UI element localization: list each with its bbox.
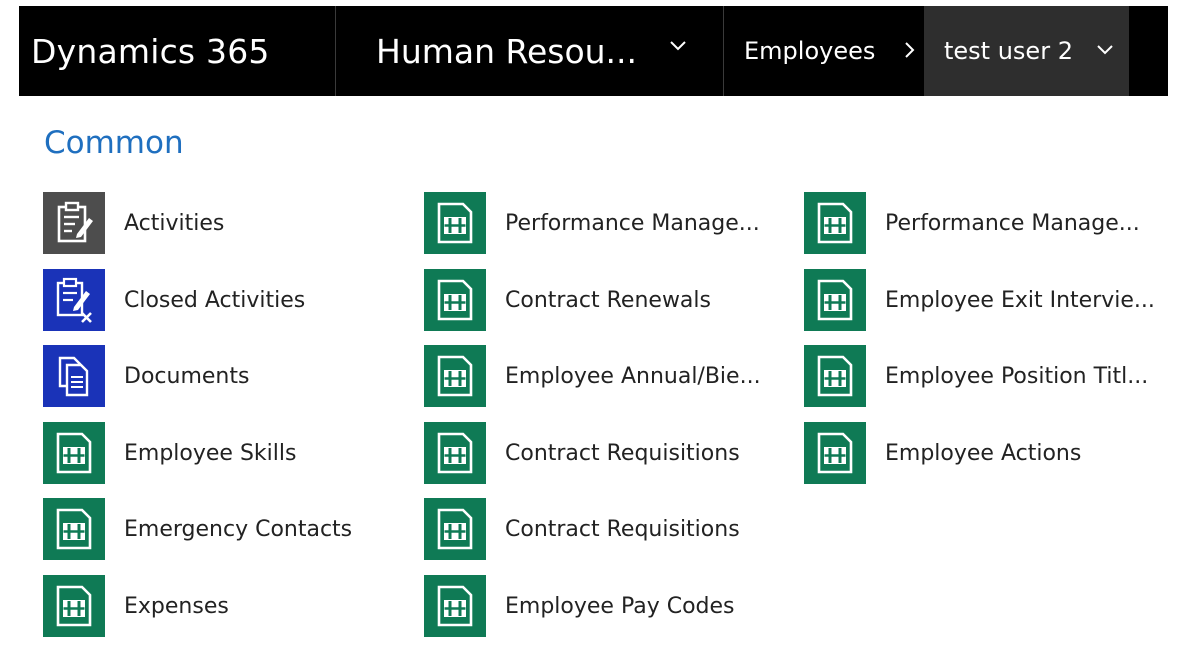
- entity-link[interactable]: Employee Exit Intervie...: [804, 269, 1155, 331]
- entity-link-label: Contract Renewals: [505, 287, 711, 313]
- record-switcher-label: test user 2: [944, 37, 1073, 65]
- area-switcher[interactable]: Human Resou...: [335, 6, 723, 96]
- entity-icon: [437, 432, 473, 474]
- entity-link-label: Activities: [124, 210, 225, 236]
- entity-tile: [424, 345, 486, 407]
- entity-link-label: Closed Activities: [124, 287, 306, 313]
- entity-icon: [437, 585, 473, 627]
- entity-link-label: Employee Annual/Bie...: [505, 363, 761, 389]
- entity-tile: [43, 422, 105, 484]
- entity-link[interactable]: Contract Requisitions: [424, 422, 740, 484]
- area-switcher-label: Human Resou...: [376, 31, 638, 71]
- app-title[interactable]: Dynamics 365: [19, 6, 335, 96]
- top-navigation-bar: Dynamics 365 Human Resou... Employees te…: [19, 6, 1168, 96]
- entity-link[interactable]: Performance Manage...: [424, 192, 760, 254]
- entity-tile: [424, 422, 486, 484]
- entity-link[interactable]: Expenses: [43, 575, 229, 637]
- entity-link[interactable]: Contract Requisitions: [424, 498, 740, 560]
- entity-tile: [424, 498, 486, 560]
- breadcrumb-employees[interactable]: Employees: [723, 6, 924, 96]
- entity-link-label: Employee Skills: [124, 440, 297, 466]
- entity-tile: [43, 575, 105, 637]
- chevron-down-icon: [670, 41, 686, 51]
- entity-link-label: Emergency Contacts: [124, 516, 353, 542]
- entity-link-label: Expenses: [124, 593, 229, 619]
- entity-icon: [56, 585, 92, 627]
- documents-icon: [58, 356, 89, 397]
- entity-link[interactable]: Activities: [43, 192, 224, 254]
- entity-link-label: Employee Exit Intervie...: [885, 287, 1155, 313]
- breadcrumb-label: Employees: [744, 37, 876, 65]
- entity-tile: [804, 345, 866, 407]
- entity-link-label: Documents: [124, 363, 250, 389]
- entity-link[interactable]: Employee Actions: [804, 422, 1081, 484]
- entity-icon: [817, 355, 853, 397]
- entity-icon: [56, 508, 92, 550]
- entity-icon: [437, 508, 473, 550]
- entity-icon: [817, 202, 853, 244]
- closed-activities-icon: [56, 277, 92, 323]
- entity-tile: [43, 498, 105, 560]
- chevron-right-icon: [905, 42, 915, 58]
- entity-link-label: Contract Requisitions: [505, 516, 740, 542]
- entity-icon: [437, 355, 473, 397]
- entity-link-label: Employee Actions: [885, 440, 1082, 466]
- entity-tile: [804, 269, 866, 331]
- entity-link[interactable]: Employee Pay Codes: [424, 575, 735, 637]
- entity-icon: [56, 432, 92, 474]
- entity-icon: [817, 279, 853, 321]
- entity-icon: [437, 202, 473, 244]
- entity-tile: [424, 575, 486, 637]
- activities-icon: [57, 201, 93, 243]
- entity-tile: [804, 192, 866, 254]
- entity-tile: [43, 192, 105, 254]
- entity-link-label: Contract Requisitions: [505, 440, 740, 466]
- record-switcher[interactable]: test user 2: [924, 6, 1129, 96]
- entity-link[interactable]: Emergency Contacts: [43, 498, 352, 560]
- entity-link[interactable]: Contract Renewals: [424, 269, 711, 331]
- entity-tile: [43, 345, 105, 407]
- entity-link[interactable]: Documents: [43, 345, 249, 407]
- entity-link[interactable]: Performance Manage...: [804, 192, 1140, 254]
- app-title-text: Dynamics 365: [31, 31, 270, 71]
- entity-link-label: Performance Manage...: [885, 210, 1140, 236]
- entity-icon: [437, 279, 473, 321]
- entity-tile: [424, 192, 486, 254]
- chevron-down-icon: [1097, 45, 1113, 55]
- entity-link-label: Employee Position Titl...: [885, 363, 1149, 389]
- entity-tile: [43, 269, 105, 331]
- entity-link[interactable]: Employee Position Titl...: [804, 345, 1148, 407]
- entity-tile: [424, 269, 486, 331]
- entity-link[interactable]: Employee Annual/Bie...: [424, 345, 761, 407]
- section-title-common: Common: [44, 125, 184, 161]
- entity-link-label: Employee Pay Codes: [505, 593, 735, 619]
- entity-link[interactable]: Closed Activities: [43, 269, 305, 331]
- entity-link-label: Performance Manage...: [505, 210, 760, 236]
- entity-link[interactable]: Employee Skills: [43, 422, 296, 484]
- entity-tile: [804, 422, 866, 484]
- entity-icon: [817, 432, 853, 474]
